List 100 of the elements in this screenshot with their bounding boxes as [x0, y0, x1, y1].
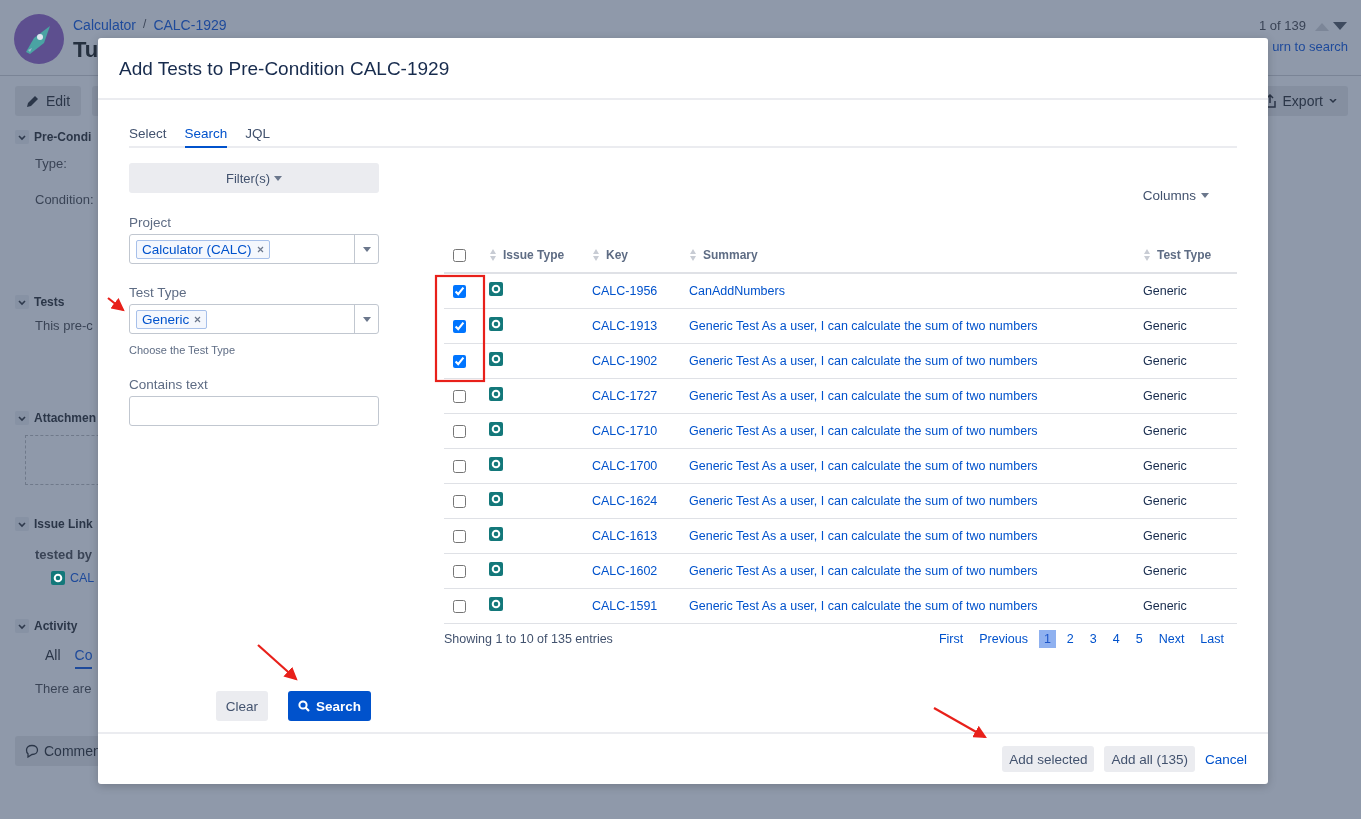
issue-key-link[interactable]: CALC-1700	[592, 458, 658, 473]
filters-button[interactable]: Filter(s)	[129, 163, 379, 193]
chevron-icon[interactable]	[15, 295, 29, 309]
tab[interactable]: Search	[184, 125, 228, 148]
summary-link[interactable]: Generic Test As a user, I can calculate the sum of two numbers	[689, 458, 1038, 473]
page-link[interactable]: First	[933, 629, 969, 648]
field-label: Contains text	[129, 377, 209, 392]
page-link[interactable]: 2	[1061, 629, 1079, 648]
row-checkbox[interactable]	[453, 354, 466, 368]
issue-key-link[interactable]: CALC-1727	[592, 388, 658, 403]
issue-key-link[interactable]: CALC-1913	[592, 318, 658, 333]
search-icon	[297, 700, 310, 712]
cancel-link[interactable]: Cancel	[1204, 746, 1247, 772]
section-title: Tests	[34, 295, 65, 309]
columns-button[interactable]: Columns	[1142, 188, 1209, 203]
field-label: Test Type	[129, 285, 188, 300]
table-cell: Generic	[1143, 283, 1187, 298]
table-cell: Generic	[1143, 353, 1187, 368]
pager-count: 1 of 139	[1259, 18, 1306, 33]
row-checkbox[interactable]	[453, 529, 466, 543]
column-header[interactable]: Summary	[703, 247, 758, 262]
chevron-icon[interactable]	[15, 619, 29, 633]
issue-type-icon	[489, 352, 503, 366]
row-checkbox[interactable]	[453, 599, 466, 613]
summary-link[interactable]: Generic Test As a user, I can calculate the sum of two numbers	[689, 563, 1038, 578]
arrow-drawing	[257, 644, 298, 681]
caret-icon	[362, 246, 371, 252]
footer-button[interactable]: Add selected	[1002, 746, 1095, 772]
page-link[interactable]: 4	[1107, 629, 1125, 648]
issue-key-link[interactable]: CALC-1956	[592, 283, 658, 298]
page-link[interactable]: 3	[1084, 629, 1102, 648]
summary-link[interactable]: Generic Test As a user, I can calculate the sum of two numbers	[689, 598, 1038, 613]
page-link[interactable]: Next	[1153, 629, 1190, 648]
summary-link[interactable]: Generic Test As a user, I can calculate the sum of two numbers	[689, 528, 1038, 543]
row-checkbox[interactable]	[453, 459, 466, 473]
summary-link[interactable]: Generic Test As a user, I can calculate the sum of two numbers	[689, 318, 1038, 333]
chevron-icon[interactable]	[15, 411, 29, 425]
page-link[interactable]: Last	[1195, 629, 1229, 648]
remove-icon[interactable]	[194, 315, 202, 323]
table-cell: Generic	[1143, 598, 1187, 613]
issue-type-icon	[489, 562, 503, 576]
row-checkbox[interactable]	[453, 389, 466, 403]
issue-type-icon	[489, 457, 503, 471]
table-cell: Generic	[1143, 318, 1187, 333]
table-cell: Generic	[1143, 528, 1187, 543]
issue-type-icon	[489, 527, 503, 541]
page-link[interactable]: 5	[1130, 629, 1148, 648]
issue-title: Tu	[73, 37, 100, 63]
summary-link[interactable]: Generic Test As a user, I can calculate the sum of two numbers	[689, 388, 1038, 403]
tab[interactable]: Select	[129, 125, 167, 148]
issue-key-link[interactable]: CALC-1902	[592, 353, 658, 368]
breadcrumb-separator: /	[143, 17, 147, 33]
select-all-checkbox[interactable]	[453, 248, 466, 262]
summary-link[interactable]: Generic Test As a user, I can calculate the sum of two numbers	[689, 353, 1038, 368]
summary-link[interactable]: Generic Test As a user, I can calculate the sum of two numbers	[689, 423, 1038, 438]
column-header[interactable]: Issue Type	[503, 247, 565, 262]
field-label: Condition:	[35, 192, 95, 207]
remove-icon[interactable]	[256, 245, 264, 253]
caret-icon	[274, 175, 282, 181]
pencil-icon	[26, 94, 40, 108]
row-checkbox[interactable]	[453, 319, 466, 333]
help-text: Choose the Test Type	[129, 344, 236, 356]
issue-key-link[interactable]: CALC-1613	[592, 528, 658, 543]
chevron-icon[interactable]	[15, 517, 29, 531]
edit-button[interactable]: Edit	[15, 86, 82, 116]
column-header[interactable]: Key	[606, 247, 628, 262]
column-header[interactable]: Test Type	[1157, 247, 1212, 262]
field-label: Type:	[35, 156, 68, 171]
issue-key-link[interactable]: CALC-1602	[592, 563, 658, 578]
row-checkbox[interactable]	[453, 494, 466, 508]
table-cell: Generic	[1143, 563, 1187, 578]
footer-button[interactable]: Add all (135)	[1104, 746, 1195, 772]
issue-key-link[interactable]: CALC-1624	[592, 493, 658, 508]
issue-type-icon	[489, 387, 503, 401]
issue-type-icon	[489, 282, 503, 297]
tab[interactable]: JQL	[245, 125, 271, 148]
section-title: Activity	[34, 619, 78, 633]
activity-tab[interactable]: All	[45, 647, 61, 669]
summary-link[interactable]: Generic Test As a user, I can calculate the sum of two numbers	[689, 493, 1038, 508]
row-checkbox[interactable]	[453, 284, 466, 298]
search-button[interactable]: Search	[287, 691, 371, 721]
summary-link[interactable]: CanAddNumbers	[689, 283, 785, 298]
arrow-drawing	[933, 707, 987, 739]
caret-icon	[1329, 98, 1337, 104]
issue-key-link[interactable]: CALC-1710	[592, 423, 658, 438]
section-title: Pre-Condi	[34, 130, 92, 144]
field-label: There are	[35, 681, 93, 696]
entries-info: Showing 1 to 10 of 135 entries	[444, 631, 613, 646]
select-field[interactable]: Generic	[129, 304, 379, 334]
issue-type-icon	[489, 422, 503, 436]
issue-key-link[interactable]: CALC-1591	[592, 598, 658, 613]
clear-button[interactable]: Clear	[215, 691, 268, 721]
page-link[interactable]: Previous	[974, 629, 1033, 648]
select-field[interactable]: Calculator (CALC)	[129, 234, 379, 264]
row-checkbox[interactable]	[453, 424, 466, 438]
input-field[interactable]	[129, 396, 379, 426]
prev-next-icon[interactable]	[1314, 20, 1348, 31]
issue-type-icon	[489, 492, 503, 506]
chevron-icon[interactable]	[15, 130, 29, 144]
row-checkbox[interactable]	[453, 564, 466, 578]
